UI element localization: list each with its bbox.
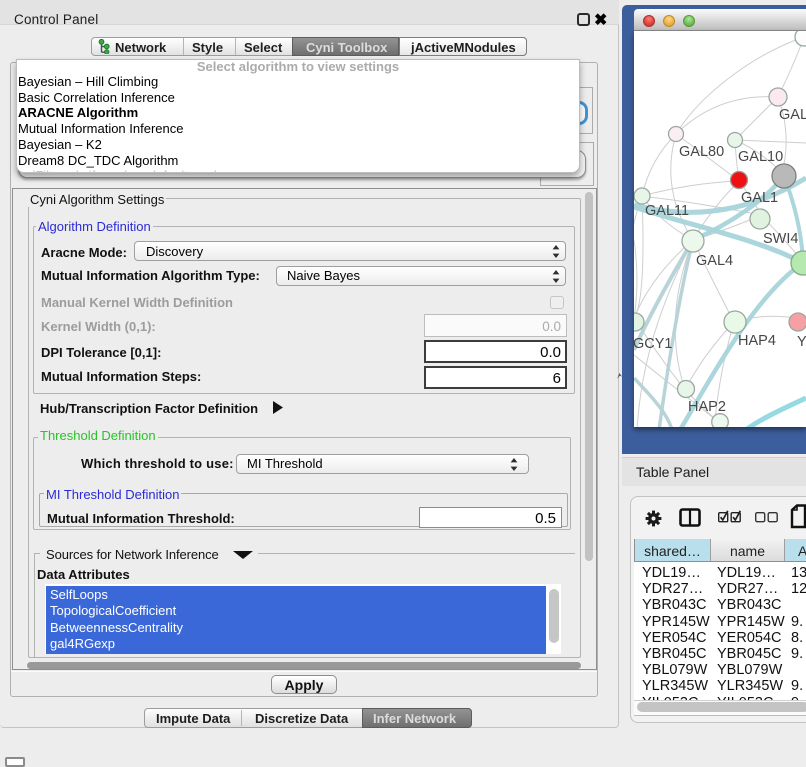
svg-text:GAL4: GAL4 [696,253,733,269]
svg-text:SWI4: SWI4 [763,231,798,247]
svg-text:HAP4: HAP4 [738,333,776,349]
svg-text:GAL80: GAL80 [679,144,724,160]
svg-text:GAL11: GAL11 [645,203,689,219]
svg-text:HAP2: HAP2 [688,399,726,415]
svg-text:Y: Y [797,334,806,350]
svg-text:GAL10: GAL10 [738,149,783,165]
svg-text:GCY1: GCY1 [634,336,673,352]
svg-text:GAL: GAL [779,107,806,123]
svg-text:GAL1: GAL1 [741,190,778,206]
